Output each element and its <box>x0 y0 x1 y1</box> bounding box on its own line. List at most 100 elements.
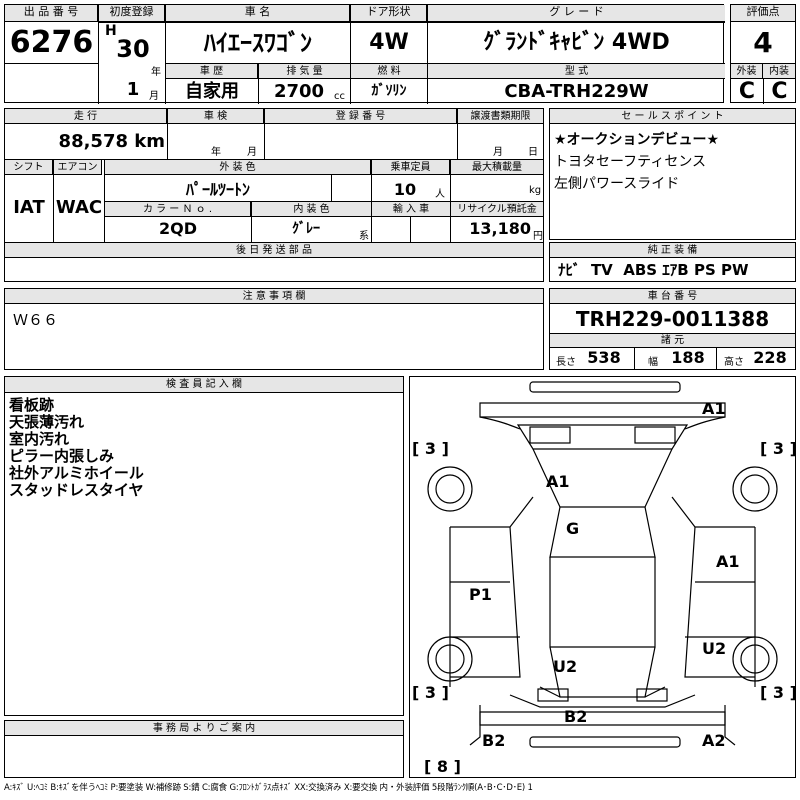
length-label: 長さ <box>556 357 576 368</box>
inspector-panel: 検 査 員 記 入 欄 看板跡 天張薄汚れ 室内汚れ ピラー内張しみ 社外アルミ… <box>4 376 404 716</box>
displacement-unit: cc <box>334 91 345 102</box>
score-label: 評価点 <box>731 5 795 22</box>
header-panel: 出 品 番 号 6276 初度登録 H 30 年 1 月 車 名 ﾊｲｴｰｽﾜｺ… <box>4 4 725 104</box>
tire-front-left: [ 3 ] <box>412 439 449 458</box>
lot-no-label: 出 品 番 号 <box>5 5 98 22</box>
int-label: 内装 <box>763 64 795 79</box>
seats-label: 乗車定員 <box>372 160 450 175</box>
equipment-panel: 純 正 装 備 ﾅﾋﾞ TV ABS ｴｱB PS PW <box>549 242 796 282</box>
int-color: ｸﾞﾚｰ <box>292 221 320 237</box>
mileage: 88,578 km <box>58 131 165 152</box>
seats-unit: 人 <box>435 189 445 200</box>
sales-line: 左側パワースライド <box>554 176 680 192</box>
model: CBA-TRH229W <box>504 81 649 102</box>
import-label: 輸 入 車 <box>372 202 450 217</box>
equipment-label: 純 正 装 備 <box>550 243 795 258</box>
seats: 10 <box>393 180 417 199</box>
ac: WAC <box>55 197 103 218</box>
width-label: 幅 <box>648 357 658 368</box>
dims-label: 諸 元 <box>550 334 795 348</box>
ext-color-label: 外 装 色 <box>105 160 371 175</box>
office-panel: 事 務 局 よ り ご 案 内 <box>4 720 404 778</box>
tire-front-right: [ 3 ] <box>760 439 797 458</box>
history: 自家用 <box>185 81 239 102</box>
mark-rear-center: U2 <box>553 657 578 676</box>
width: 188 <box>671 348 705 367</box>
reg-month: 1 <box>126 79 140 100</box>
transfer-month: 月 <box>493 147 503 158</box>
year-unit: 年 <box>151 67 161 78</box>
ext-color: ﾊﾟｰﾙﾂｰﾄﾝ <box>185 180 250 199</box>
sales-point-lines: ★オークションデビュー★ トヨタセーフティセンス 左側パワースライド <box>554 129 719 195</box>
damage-diagram-panel: A1 A1 G A1 P1 U2 U2 B2 B2 A2 [ 3 ] [ 3 ]… <box>409 376 797 778</box>
score-panel: 評価点 4 外装 内装 C C <box>730 4 796 104</box>
inspector-line: スタッドレスタイヤ <box>9 481 144 499</box>
caution-panel: 注 意 事 項 欄 Ｗ６６ <box>4 288 544 370</box>
mark-front-right: A1 <box>702 399 726 418</box>
month-unit: 月 <box>149 91 159 102</box>
color-no-label: カ ラ ー Ｎ ｏ . <box>105 202 251 217</box>
grade: ｸﾞﾗﾝﾄﾞｷｬﾋﾞﾝ 4WD <box>483 30 670 55</box>
ext-label: 外装 <box>731 64 763 79</box>
int-color-unit: 系 <box>359 231 369 242</box>
inspector-line: 社外アルミホイール <box>9 464 144 482</box>
inspector-line: 天張薄汚れ <box>9 413 85 431</box>
int-grade: C <box>771 79 788 104</box>
chassis-no: TRH229-0011388 <box>575 307 770 331</box>
legend: A:ｷｽﾞ U:ﾍｺﾐ B:ｷｽﾞを伴うﾍｺﾐ P:要塗装 W:補修跡 S:錆 … <box>4 783 533 793</box>
sales-point-panel: セ ー ル ス ポ イ ン ト ★オークションデビュー★ トヨタセーフティセンス… <box>549 108 796 240</box>
tire-rear-left: [ 3 ] <box>412 683 449 702</box>
inspector-line: 看板跡 <box>9 396 55 414</box>
mark-roof: A1 <box>546 472 570 491</box>
car-outline-diagram <box>427 381 778 748</box>
mark-rear-right: U2 <box>702 639 727 658</box>
door-label: ドア形状 <box>351 5 427 22</box>
inspector-lines: 看板跡 天張薄汚れ 室内汚れ ピラー内張しみ 社外アルミホイール スタッドレスタ… <box>9 397 144 499</box>
details-panel: 走 行 88,578 km 車 検 年 月 登 録 番 号 譲渡書類期限 月 日… <box>4 108 544 282</box>
mark-tail: B2 <box>564 707 588 726</box>
length: 538 <box>587 348 621 367</box>
height: 228 <box>753 348 787 367</box>
sales-line: トヨタセーフティセンス <box>554 154 707 170</box>
car-name: ﾊｲｴｰｽﾜｺﾞﾝ <box>204 29 312 57</box>
tire-spare: [ 8 ] <box>424 757 461 776</box>
shift-label: シフト <box>5 160 53 175</box>
displacement: 2700 <box>273 81 325 102</box>
shift: IAT <box>13 197 45 218</box>
mileage-label: 走 行 <box>5 109 167 124</box>
car-name-label: 車 名 <box>166 5 350 22</box>
caution-label: 注 意 事 項 欄 <box>5 289 543 304</box>
height-label: 高さ <box>724 357 744 368</box>
office-label: 事 務 局 よ り ご 案 内 <box>5 721 403 736</box>
chassis-panel: 車 台 番 号 TRH229-0011388 諸 元 長さ 538 幅 188 … <box>549 288 796 370</box>
fuel-label: 燃 料 <box>351 64 427 79</box>
history-label: 車 歴 <box>166 64 258 79</box>
mark-rear-left-corner: B2 <box>482 731 506 750</box>
score: 4 <box>753 26 773 59</box>
transfer-label: 譲渡書類期限 <box>458 109 543 124</box>
lot-no: 6276 <box>9 25 94 60</box>
load-label: 最大積載量 <box>451 160 543 175</box>
inspector-line: 室内汚れ <box>9 430 70 448</box>
fuel: ｶﾞｿﾘﾝ <box>371 83 407 99</box>
recycle-unit: 円 <box>533 231 543 242</box>
model-label: 型 式 <box>428 64 725 79</box>
ac-label: エアコン <box>54 160 102 175</box>
inspection-year: 年 <box>211 147 221 158</box>
inspection-month: 月 <box>247 147 257 158</box>
load-unit: kg <box>529 185 542 196</box>
reg-no-label: 登 録 番 号 <box>265 109 457 124</box>
sales-line: ★オークションデビュー★ <box>554 132 720 148</box>
color-no: 2QD <box>158 219 197 238</box>
chassis-label: 車 台 番 号 <box>550 289 795 304</box>
recycle-label: リサイクル預託金 <box>451 202 543 217</box>
displacement-label: 排 気 量 <box>259 64 350 79</box>
inspection-label: 車 検 <box>168 109 264 124</box>
inspector-label: 検 査 員 記 入 欄 <box>5 377 403 393</box>
inspector-line: ピラー内張しみ <box>9 447 115 465</box>
transfer-day: 日 <box>528 147 538 158</box>
reg-year: 30 <box>116 35 150 63</box>
ext-grade: C <box>738 79 756 104</box>
tire-rear-right: [ 3 ] <box>760 683 797 702</box>
later-parts-label: 後 日 発 送 部 品 <box>5 243 543 258</box>
